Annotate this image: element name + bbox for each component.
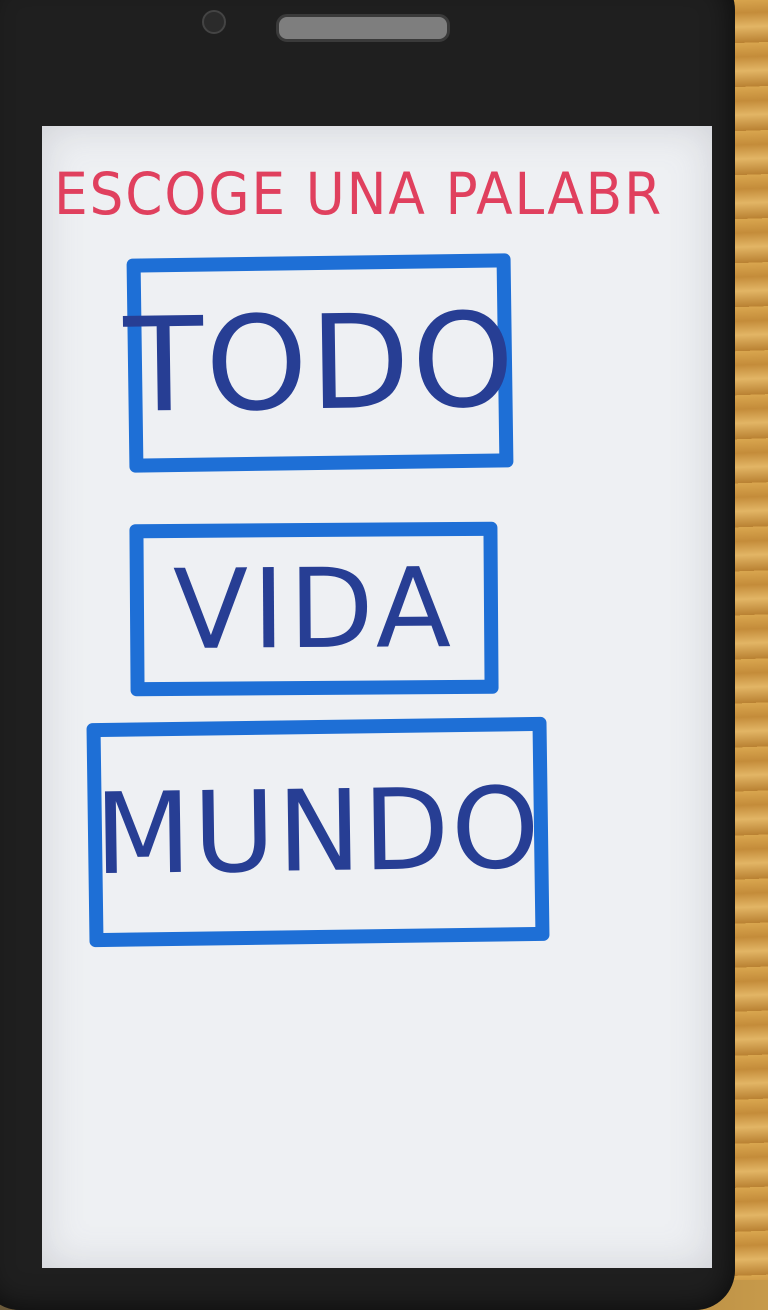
word-button-mundo[interactable]: MUNDO: [86, 716, 550, 948]
word-button-label: VIDA: [172, 544, 456, 674]
phone-screen: ESCOGE UNA PALABRA TODO VIDA MUNDO: [42, 126, 712, 1268]
word-button-vida[interactable]: VIDA: [129, 521, 499, 697]
word-button-label: TODO: [122, 284, 518, 442]
word-button-label: MUNDO: [93, 763, 543, 901]
front-camera-icon: [202, 10, 226, 34]
page-title: ESCOGE UNA PALABRA: [54, 160, 662, 228]
word-button-todo[interactable]: TODO: [123, 253, 517, 473]
earpiece-speaker: [276, 14, 450, 42]
